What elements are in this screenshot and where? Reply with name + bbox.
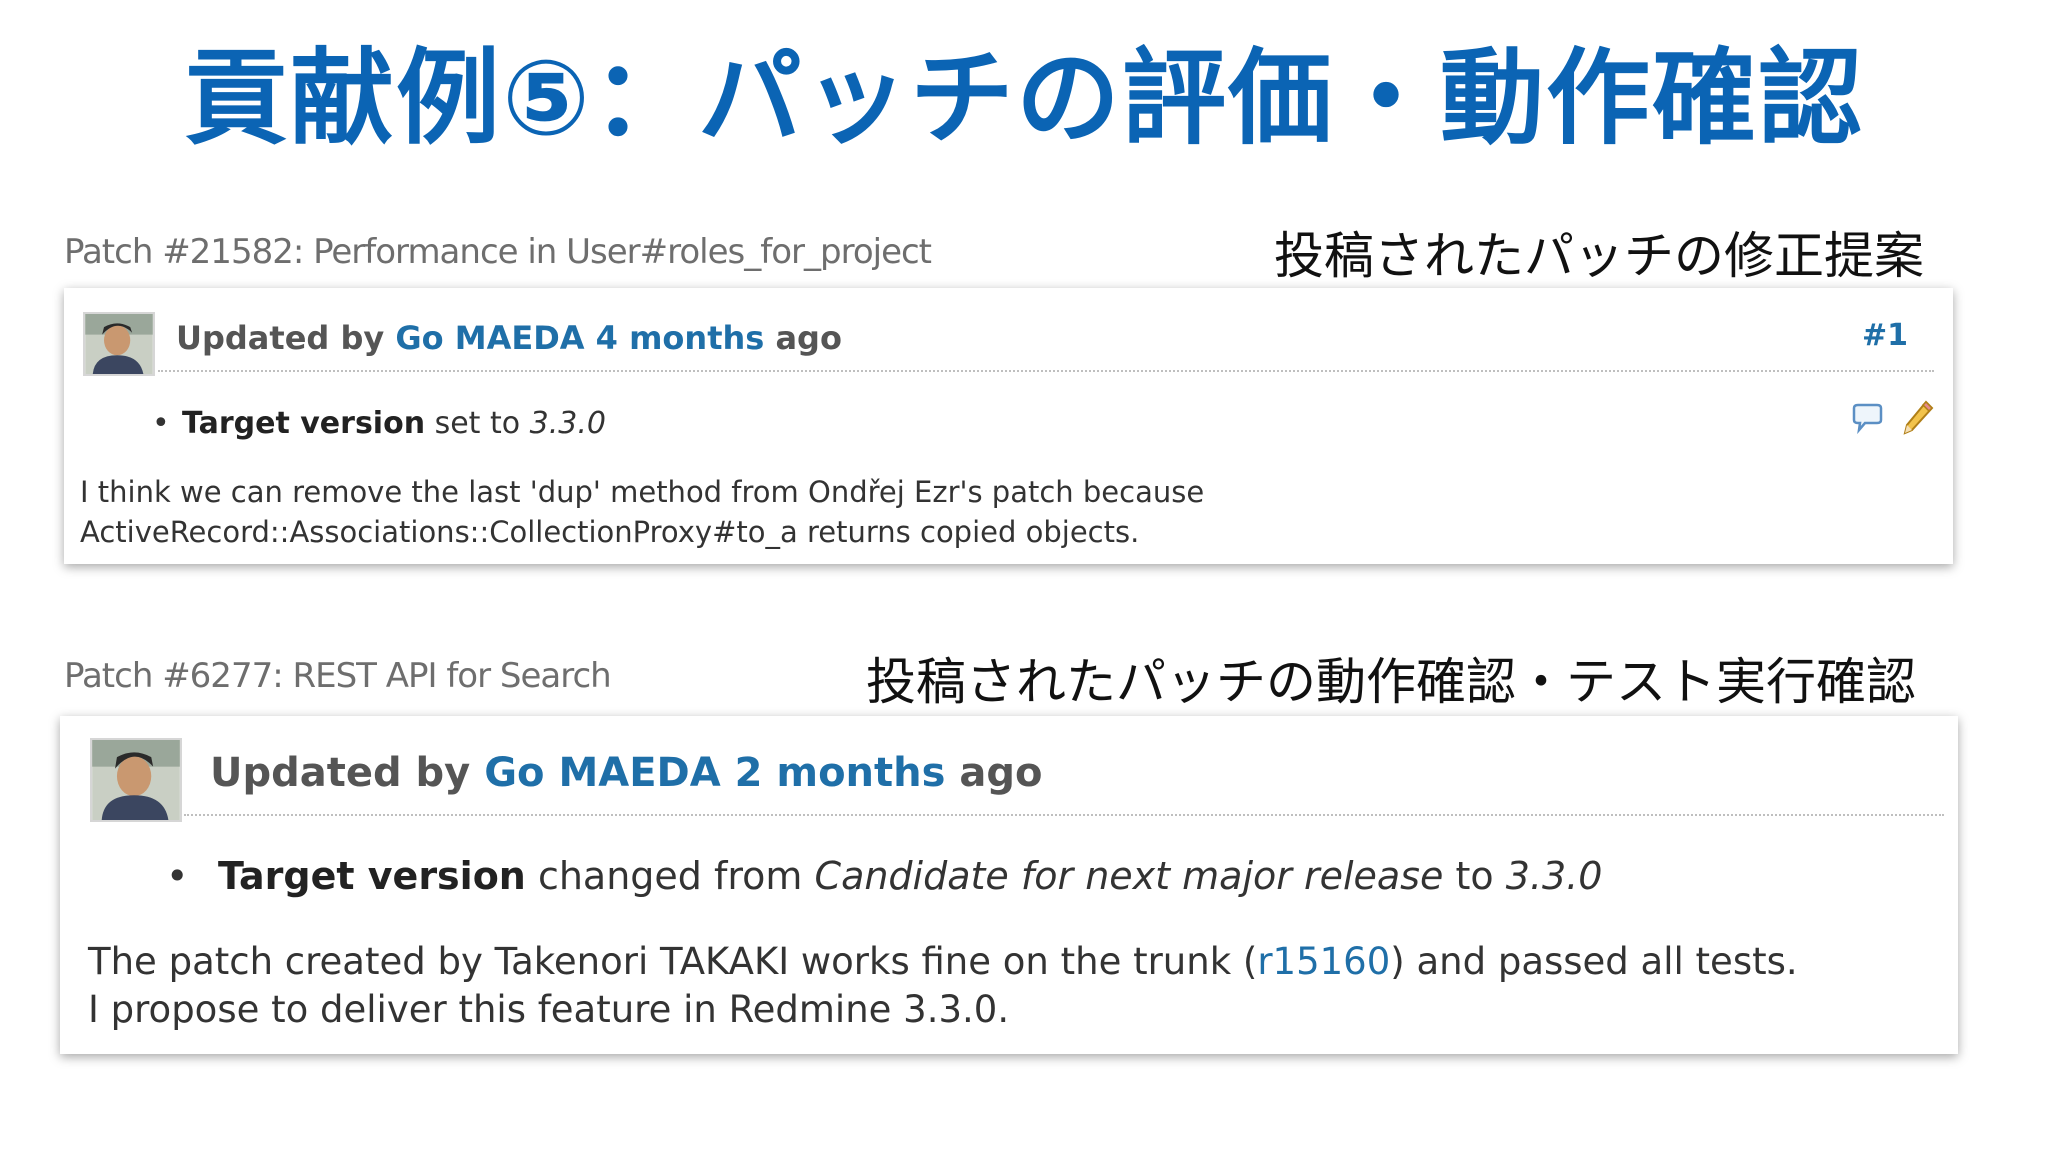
patch-title-6277: Patch #6277: REST API for Search — [64, 656, 612, 696]
detail-field: Target version — [182, 406, 426, 441]
header-divider — [158, 370, 1934, 372]
detail-field: Target version — [218, 854, 526, 898]
journal-detail: • Target version changed from Candidate f… — [166, 854, 1602, 898]
edit-pencil-icon[interactable] — [1900, 398, 1936, 438]
detail-old-value: Candidate for next major release — [814, 854, 1444, 898]
journal-detail: • Target version set to 3.3.0 — [152, 406, 606, 441]
note-line: The patch created by Takenori TAKAKI wor… — [88, 938, 1798, 986]
detail-action: changed from — [537, 854, 803, 898]
journal-header: Updated by Go MAEDA 2 months ago — [210, 750, 1042, 796]
revision-link[interactable]: r15160 — [1257, 940, 1390, 983]
age-suffix: ago — [775, 319, 842, 357]
author-link[interactable]: Go MAEDA — [395, 319, 584, 357]
journal-note: I think we can remove the last 'dup' met… — [80, 472, 1204, 552]
avatar[interactable] — [90, 738, 182, 822]
journal-age-link[interactable]: 4 months — [596, 319, 765, 357]
note-line: ActiveRecord::Associations::CollectionPr… — [80, 515, 1140, 549]
bullet: • — [152, 406, 170, 441]
journal-age-link[interactable]: 2 months — [735, 750, 946, 796]
updated-by-label: Updated by — [210, 750, 471, 796]
patch-caption-proposal: 投稿されたパッチの修正提案 — [1274, 227, 1924, 285]
user-photo-icon — [92, 740, 180, 820]
patch-title-21582: Patch #21582: Performance in User#roles_… — [64, 232, 932, 272]
detail-new-value: 3.3.0 — [529, 406, 606, 441]
detail-to-word: to — [1455, 854, 1494, 898]
age-suffix: ago — [959, 750, 1043, 796]
detail-new-value: 3.3.0 — [1505, 854, 1603, 898]
slide-title: 貢献例⑤：パッチの評価・動作確認 — [183, 37, 1865, 159]
avatar[interactable] — [83, 312, 155, 376]
journal-note: The patch created by Takenori TAKAKI wor… — [88, 938, 1798, 1034]
note-line: I propose to deliver this feature in Red… — [88, 988, 1010, 1031]
journal-card-2: Updated by Go MAEDA 2 months ago • Target… — [60, 716, 1958, 1054]
bullet: • — [166, 854, 189, 898]
user-photo-icon — [85, 314, 153, 374]
note-line: I think we can remove the last 'dup' met… — [80, 475, 1205, 509]
patch-caption-verification: 投稿されたパッチの動作確認・テスト実行確認 — [866, 653, 1916, 711]
author-link[interactable]: Go MAEDA — [484, 750, 720, 796]
note-text: ) and passed all tests. — [1390, 940, 1798, 983]
detail-action: set to — [434, 406, 521, 441]
journal-header: Updated by Go MAEDA 4 months ago — [176, 319, 842, 357]
comment-icon[interactable] — [1850, 402, 1884, 436]
updated-by-label: Updated by — [176, 319, 385, 357]
header-divider — [184, 814, 1944, 816]
journal-card-1: Updated by Go MAEDA 4 months ago #1 • Tar… — [64, 288, 1953, 564]
journal-number-link[interactable]: #1 — [1862, 318, 1908, 353]
note-text: The patch created by Takenori TAKAKI wor… — [88, 940, 1258, 983]
